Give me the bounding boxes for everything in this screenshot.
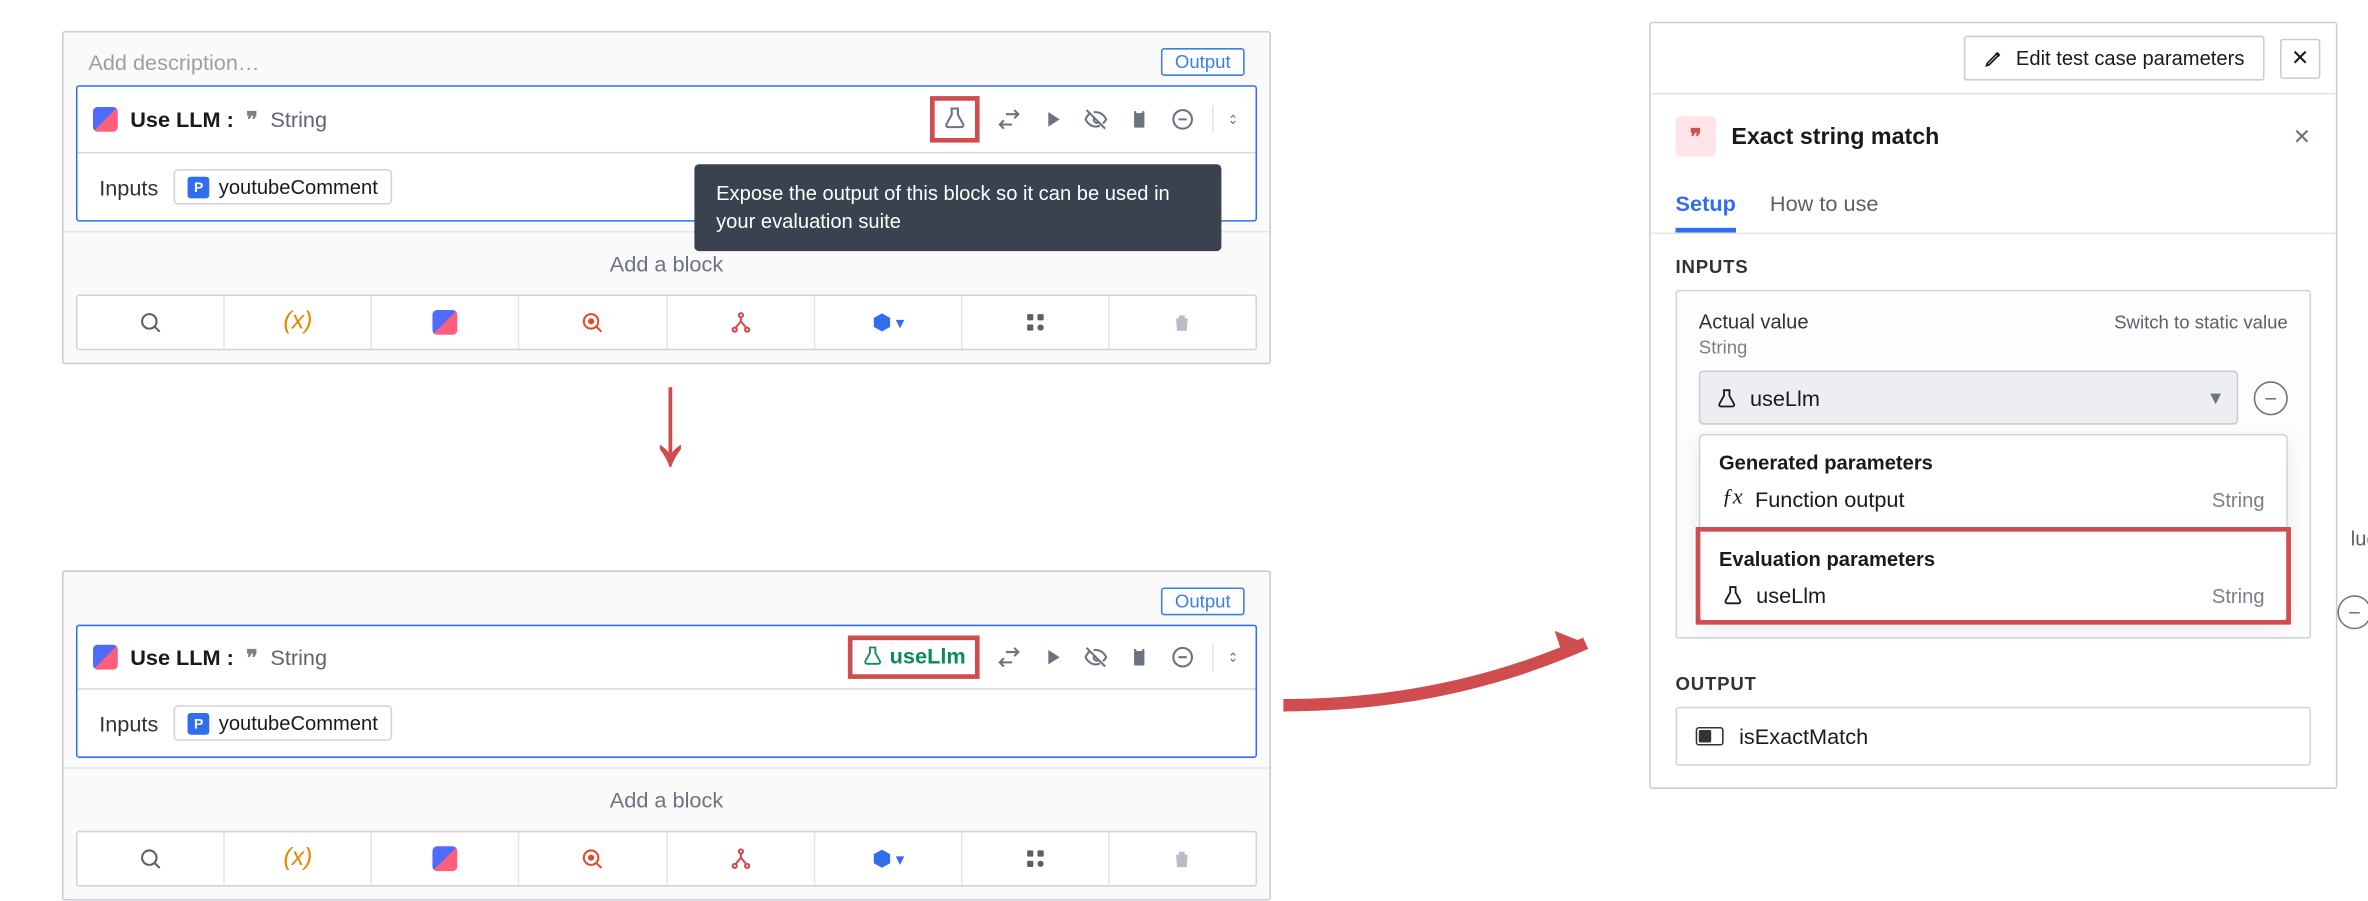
input-chip-youtubecomment[interactable]: P youtubeComment — [174, 169, 392, 205]
output-section-label: OUTPUT — [1651, 651, 2336, 707]
arrow-down-annotation: ↓ — [648, 340, 693, 496]
block-title: Use LLM : — [130, 645, 234, 670]
dropdown-item-type: String — [2212, 487, 2265, 510]
dropdown-group-evaluation: Evaluation parameters — [1700, 532, 2286, 571]
expand-icon[interactable] — [1212, 643, 1240, 671]
output-chip[interactable]: Output — [1161, 48, 1245, 76]
remove-icon[interactable] — [1169, 105, 1197, 133]
clipboard-icon[interactable] — [1125, 105, 1153, 133]
dropdown-item-usellm[interactable]: useLlm String — [1700, 570, 2286, 620]
inputs-label: Inputs — [99, 711, 158, 736]
quote-icon: ❞ — [246, 644, 258, 670]
inputs-section-label: INPUTS — [1651, 234, 2336, 290]
beaker-icon — [1716, 387, 1738, 409]
swap-icon[interactable] — [995, 105, 1023, 133]
actual-value-dropdown[interactable]: useLlm ▾ — [1699, 370, 2238, 424]
dropdown-group-generated: Generated parameters — [1700, 436, 2286, 475]
dropdown-item-label: Function output — [1755, 487, 1905, 512]
remove-input-button[interactable]: − — [2254, 381, 2288, 415]
evaluator-config-panel: Edit test case parameters ✕ ❞ Exact stri… — [1649, 22, 2337, 789]
toolbar-cube-icon[interactable]: ▾ — [815, 832, 962, 885]
exposed-output-badge[interactable]: useLlm — [848, 636, 980, 679]
close-icon[interactable]: ✕ — [2293, 123, 2311, 149]
beaker-icon — [1722, 584, 1744, 606]
dropdown-selected-value: useLlm — [1750, 385, 1820, 410]
expand-icon[interactable] — [1212, 105, 1240, 133]
actual-value-label: Actual value — [1699, 310, 1809, 333]
output-chip[interactable]: Output — [1161, 587, 1245, 615]
actual-value-input-group: Actual value Switch to static value Stri… — [1676, 290, 2312, 639]
toolbar-trash-icon[interactable] — [1110, 832, 1256, 885]
expose-output-button[interactable] — [930, 96, 980, 142]
toolbar-trash-icon[interactable] — [1110, 296, 1256, 349]
evaluator-title: Exact string match — [1731, 123, 2277, 149]
output-field-name: isExactMatch — [1739, 724, 1868, 749]
eye-off-icon[interactable] — [1082, 105, 1110, 133]
inputs-label: Inputs — [99, 174, 158, 199]
function-editor-panel-after: Output Use LLM : ❞ String useLlm — [62, 570, 1271, 900]
block-toolbar: (x) ▾ — [76, 831, 1257, 887]
obscured-text-fragment: lue — [2351, 527, 2368, 550]
toolbar-llm-icon[interactable] — [372, 832, 519, 885]
play-icon[interactable] — [1039, 105, 1067, 133]
add-block-button[interactable]: Add a block — [64, 767, 1270, 831]
expose-output-tooltip: Expose the output of this block so it ca… — [694, 164, 1221, 251]
input-chip-youtubecomment[interactable]: P youtubeComment — [174, 705, 392, 741]
block-title: Use LLM : — [130, 107, 234, 132]
block-type: String — [270, 645, 327, 670]
quote-icon: ❞ — [1676, 116, 1716, 156]
swap-icon[interactable] — [995, 643, 1023, 671]
toolbar-search-icon[interactable] — [78, 296, 225, 349]
toolbar-locate-icon[interactable] — [520, 296, 667, 349]
exposed-output-name: useLlm — [890, 643, 966, 668]
pencil-icon — [1983, 48, 2003, 68]
toolbar-variable-icon[interactable]: (x) — [225, 296, 372, 349]
toolbar-cube-icon[interactable]: ▾ — [815, 296, 962, 349]
toolbar-search-icon[interactable] — [78, 832, 225, 885]
param-icon: P — [188, 712, 210, 734]
edit-test-case-parameters-button[interactable]: Edit test case parameters — [1963, 36, 2264, 81]
boolean-icon — [1696, 727, 1724, 746]
switch-to-static-value-link[interactable]: Switch to static value — [2114, 312, 2288, 334]
block-type: String — [270, 107, 327, 132]
input-chip-label: youtubeComment — [219, 711, 378, 734]
beaker-icon — [941, 104, 969, 132]
param-icon: P — [188, 176, 210, 198]
toolbar-llm-icon[interactable] — [372, 296, 519, 349]
quote-icon: ❞ — [246, 106, 258, 132]
chevron-down-icon: ▾ — [2210, 384, 2221, 410]
llm-icon — [93, 107, 118, 132]
dropdown-item-type: String — [2212, 584, 2265, 607]
output-field: isExactMatch — [1676, 707, 2312, 766]
input-chip-label: youtubeComment — [219, 175, 378, 198]
clipboard-icon[interactable] — [1125, 643, 1153, 671]
remove-icon[interactable] — [1169, 643, 1197, 671]
llm-block: Use LLM : ❞ String useLlm — [76, 625, 1257, 758]
toolbar-apps-icon[interactable] — [962, 296, 1109, 349]
eye-off-icon[interactable] — [1082, 643, 1110, 671]
llm-icon — [93, 645, 118, 670]
toolbar-branch-icon[interactable] — [667, 832, 814, 885]
tab-setup[interactable]: Setup — [1676, 178, 1736, 232]
field-type-label: String — [1699, 336, 2288, 358]
toolbar-apps-icon[interactable] — [962, 832, 1109, 885]
parameter-dropdown-menu: Generated parameters ƒx Function output … — [1699, 434, 2288, 622]
close-button[interactable]: ✕ — [2280, 38, 2320, 78]
play-icon[interactable] — [1039, 643, 1067, 671]
toolbar-variable-icon[interactable]: (x) — [225, 832, 372, 885]
arrow-right-annotation — [1276, 620, 1625, 729]
toolbar-locate-icon[interactable] — [520, 832, 667, 885]
dropdown-item-function-output[interactable]: ƒx Function output String — [1700, 474, 2286, 524]
dropdown-item-label: useLlm — [1756, 583, 1826, 608]
remove-input-button[interactable]: − — [2337, 595, 2368, 629]
tab-how-to-use[interactable]: How to use — [1770, 178, 1879, 232]
fx-icon: ƒx — [1722, 487, 1742, 512]
edit-button-label: Edit test case parameters — [2016, 47, 2244, 70]
add-description-placeholder[interactable]: Add description… — [88, 50, 259, 75]
